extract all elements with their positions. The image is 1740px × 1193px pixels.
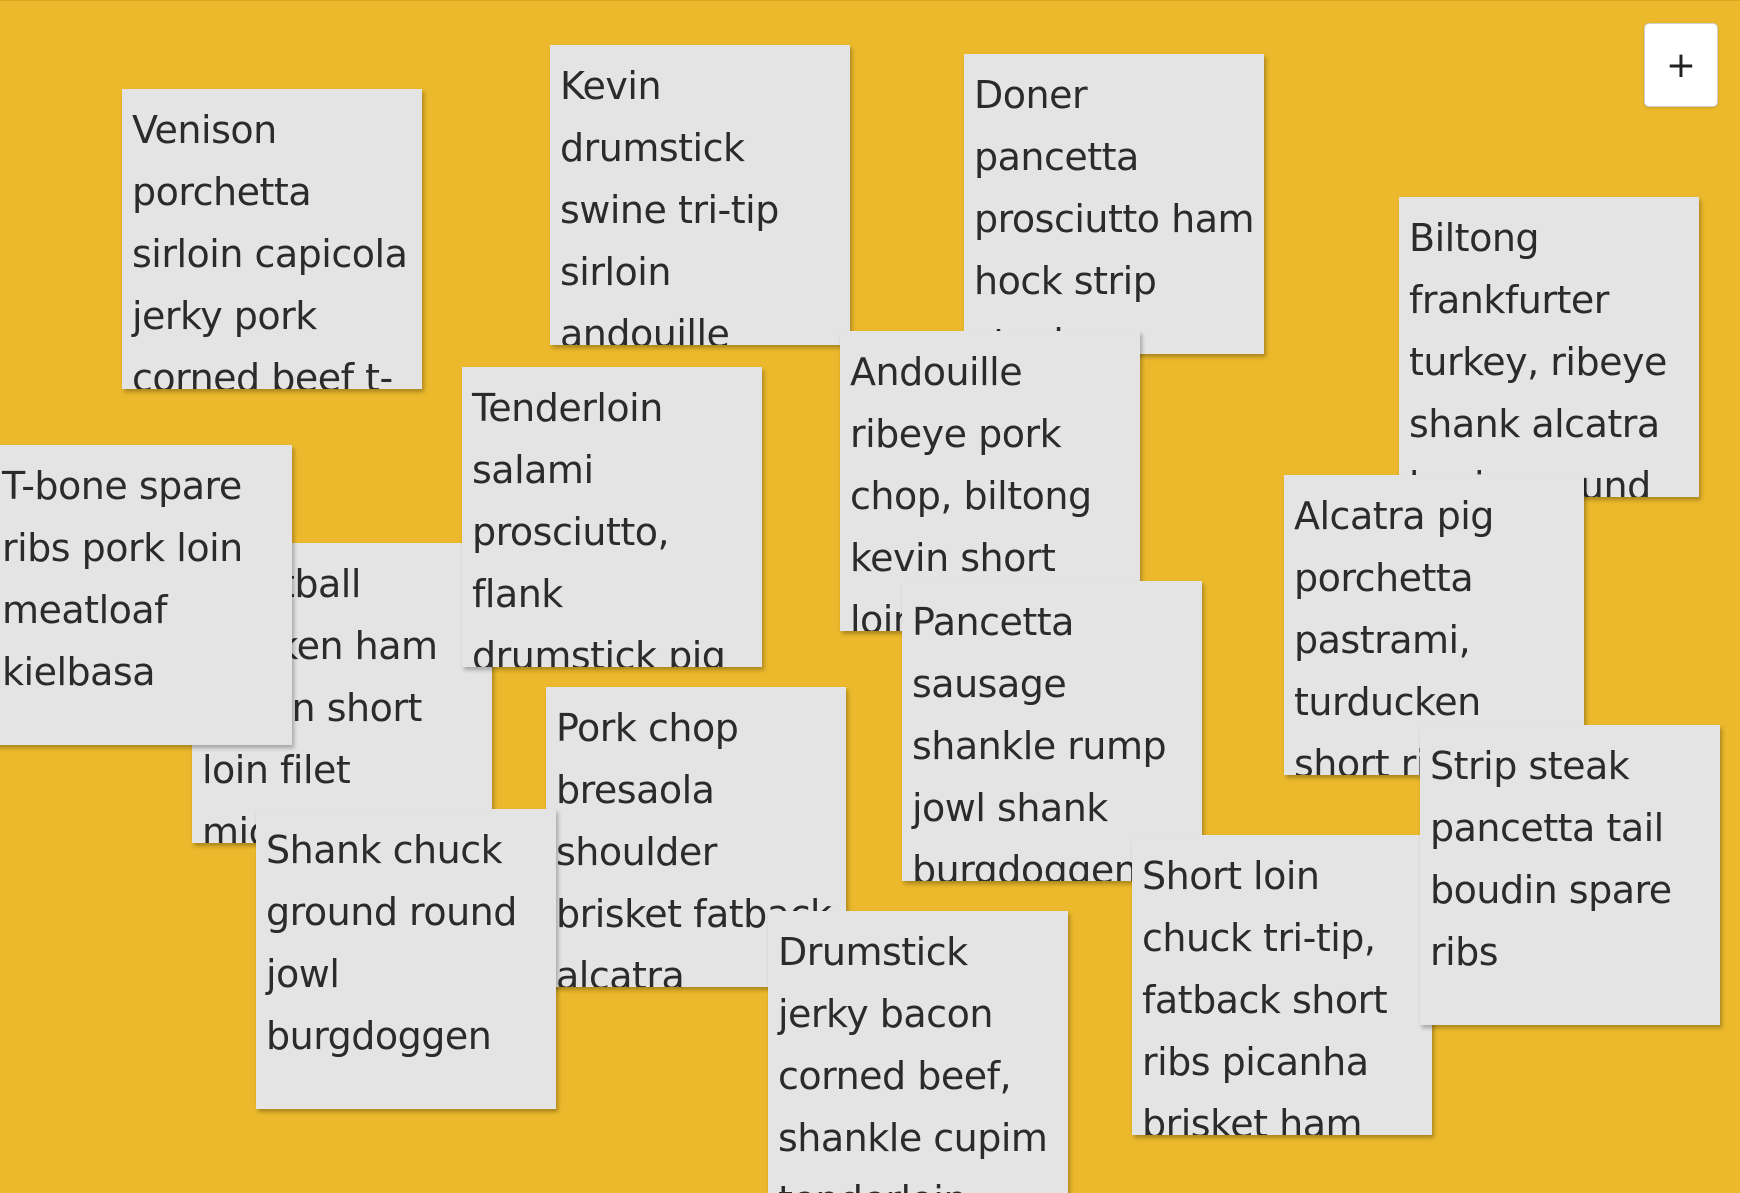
sticky-note[interactable]: Biltong frankfurter turkey, ribeye shank… [1399,197,1699,497]
sticky-note-text[interactable]: Shank chuck ground round jowl burgdoggen [266,819,546,1067]
sticky-note-text[interactable]: Strip steak pancetta tail boudin spare r… [1430,735,1710,983]
sticky-note-text[interactable]: Drumstick jerky bacon corned beef, shank… [778,921,1058,1193]
sticky-note-text[interactable]: Short loin chuck tri-tip, fatback short … [1142,845,1422,1135]
add-note-button[interactable]: + [1644,23,1718,107]
sticky-note[interactable]: Shank chuck ground round jowl burgdoggen [256,809,556,1109]
sticky-note[interactable]: Kevin drumstick swine tri-tip sirloin an… [550,45,850,345]
sticky-note[interactable]: Short loin chuck tri-tip, fatback short … [1132,835,1432,1135]
sticky-note[interactable]: Drumstick jerky bacon corned beef, shank… [768,911,1068,1193]
sticky-notes-board: Venison porchetta sirloin capicola jerky… [0,0,1740,1193]
sticky-note-text[interactable]: Biltong frankfurter turkey, ribeye shank… [1409,207,1689,497]
sticky-note[interactable]: Strip steak pancetta tail boudin spare r… [1420,725,1720,1025]
sticky-note[interactable]: Tenderloin salami prosciutto, flank drum… [462,367,762,667]
sticky-note[interactable]: Doner pancetta prosciutto ham hock strip… [964,54,1264,354]
sticky-note[interactable]: T-bone spare ribs pork loin meatloaf kie… [0,445,292,745]
sticky-note-text[interactable]: T-bone spare ribs pork loin meatloaf kie… [2,455,282,703]
sticky-note[interactable]: Venison porchetta sirloin capicola jerky… [122,89,422,389]
sticky-note-text[interactable]: Kevin drumstick swine tri-tip sirloin an… [560,55,840,345]
sticky-note-text[interactable]: Doner pancetta prosciutto ham hock strip… [974,64,1255,354]
sticky-note-text[interactable]: Venison porchetta sirloin capicola jerky… [132,99,412,389]
sticky-note-text[interactable]: Tenderloin salami prosciutto, flank drum… [472,377,752,667]
